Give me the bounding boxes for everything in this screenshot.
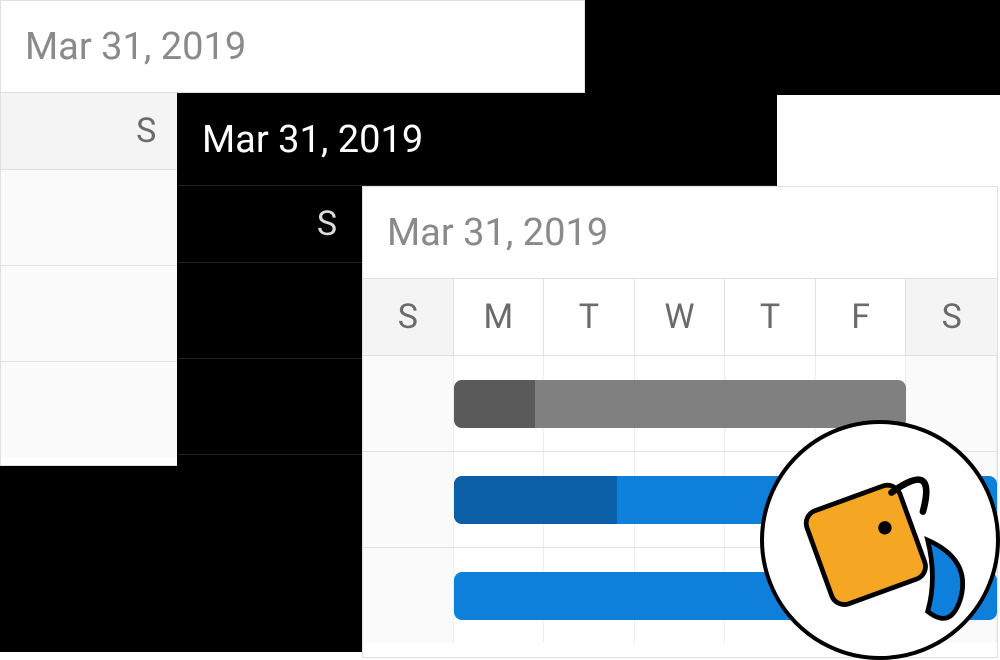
weekday-cell[interactable]: W [635, 279, 726, 355]
weekday-cell[interactable]: S [906, 279, 997, 355]
grid-cell [363, 356, 454, 451]
weekday-cell[interactable]: F [816, 279, 907, 355]
date-title: Mar 31, 2019 [363, 187, 997, 279]
date-title: Mar 31, 2019 [1, 1, 584, 93]
weekday-header: SMTWTFS [363, 279, 997, 355]
paint-bucket-icon[interactable] [760, 420, 1000, 660]
gantt-bar-progress [454, 476, 617, 524]
weekday-cell[interactable]: T [725, 279, 816, 355]
weekday-cell[interactable]: S [363, 279, 454, 355]
background-black-block-tr [585, 0, 1000, 95]
grid-cell [363, 452, 454, 547]
gantt-bar-progress [454, 380, 535, 428]
date-title: Mar 31, 2019 [178, 94, 776, 186]
background-black-block-bl [0, 462, 178, 652]
paint-bucket-svg [785, 445, 975, 635]
gantt-bar[interactable] [454, 380, 907, 428]
weekday-cell[interactable]: M [454, 279, 545, 355]
gantt-stack-stage: Mar 31, 2019 SM Mar 31, 2019 SM Mar 31, … [0, 0, 1000, 660]
weekday-cell[interactable]: T [544, 279, 635, 355]
grid-cell [363, 548, 454, 643]
